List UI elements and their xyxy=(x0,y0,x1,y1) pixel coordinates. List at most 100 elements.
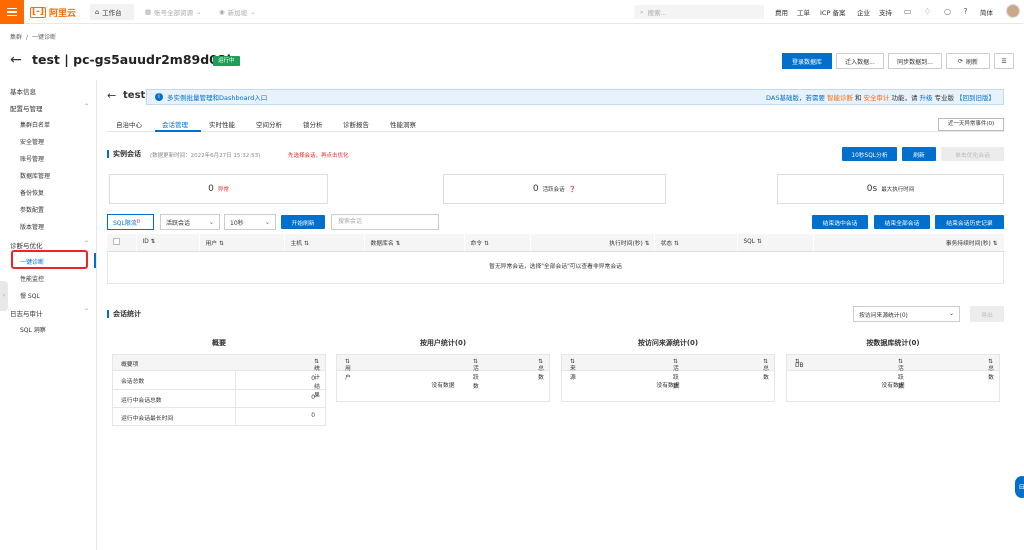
sync-data-button[interactable]: 同步数据到... xyxy=(888,53,942,69)
migrate-in-button[interactable]: 迁入数据... xyxy=(836,53,884,69)
sidebar-item-whitelist[interactable]: 集群白名单 xyxy=(20,120,50,129)
sidebar-item-version[interactable]: 版本管理 xyxy=(20,222,44,231)
grid-icon: ▦ xyxy=(145,8,152,16)
sidebar-item-basic-info[interactable]: 基本信息 xyxy=(10,86,36,96)
recent-events-button[interactable]: 近一天异常事件(0) xyxy=(938,118,1004,131)
terminal-icon[interactable]: ▭ xyxy=(902,6,913,17)
column-header-user[interactable]: 用户 ⇅ xyxy=(199,234,285,252)
sidebar-item-databases[interactable]: 数据库管理 xyxy=(20,171,50,180)
lightbulb-icon[interactable]: ○ xyxy=(942,6,953,17)
column-header-trx-duration[interactable]: 事务持续时间(秒) ⇅ xyxy=(813,234,1005,252)
optimize-session-button[interactable]: 单击优化会话 xyxy=(941,147,1004,161)
column-header-total[interactable]: 总数 ⇅ xyxy=(988,359,994,381)
column-header-total[interactable]: 总数 ⇅ xyxy=(763,359,769,381)
avatar[interactable] xyxy=(1006,4,1020,18)
back-arrow-icon[interactable]: ← xyxy=(10,52,22,68)
nav-link-tickets[interactable]: 工单 xyxy=(797,7,810,17)
column-header-status[interactable]: 状态 ⇅ xyxy=(654,234,738,252)
nav-link-enterprise[interactable]: 企业 xyxy=(857,7,870,17)
sidebar-item-slow-sql[interactable]: 慢 SQL xyxy=(20,291,40,300)
smart-diagnosis-link[interactable]: 智能诊断 xyxy=(827,92,853,102)
back-arrow-icon[interactable]: ← xyxy=(107,89,116,102)
chevron-up-icon[interactable]: ⌃ xyxy=(84,308,89,315)
column-header-command[interactable]: 命令 ⇅ xyxy=(464,234,531,252)
column-header-host[interactable]: 主机 ⇅ xyxy=(284,234,365,252)
select-all-checkbox[interactable] xyxy=(107,234,137,252)
chevron-down-icon: ⌄ xyxy=(250,8,256,16)
dashboard-link[interactable]: 多实例批量管理和Dashboard入口 xyxy=(167,92,267,102)
menu-icon[interactable] xyxy=(0,0,24,24)
resource-group-select[interactable]: ▦ 账号全部资源 ⌄ xyxy=(140,4,207,20)
workbench-button[interactable]: ⌂ 工作台 xyxy=(90,4,134,20)
column-header-sql[interactable]: SQL ⇅ xyxy=(737,234,814,252)
old-version-link[interactable]: 【回到旧版】 xyxy=(956,92,995,102)
start-refresh-button[interactable]: 开始刷新 xyxy=(281,215,325,229)
tab-session-management[interactable]: 会话管理 xyxy=(162,119,188,129)
global-search-input[interactable]: ⌕ 搜索... xyxy=(634,5,764,19)
nav-link-support[interactable]: 支持 xyxy=(879,7,892,17)
chevron-down-icon: ⌄ xyxy=(264,218,270,226)
security-audit-link[interactable]: 安全审计 xyxy=(864,92,890,102)
column-header-total[interactable]: 总数 ⇅ xyxy=(538,359,544,381)
sql-analysis-button[interactable]: 10秒SQL分析 xyxy=(842,147,897,161)
end-history-button[interactable]: 结束会话历史记录 xyxy=(935,215,1004,229)
column-header-item: 概要项 xyxy=(121,362,139,368)
search-icon: ⌕ xyxy=(640,7,644,16)
bell-icon[interactable]: ♢ xyxy=(922,6,933,17)
notice-text: DAS基础版，若需要 xyxy=(766,94,825,102)
column-header-user[interactable]: 用户 ⇅ xyxy=(345,359,351,381)
column-header-result[interactable]: 统计结果 ⇅ xyxy=(314,359,320,399)
login-database-button[interactable]: 登录数据库 xyxy=(782,53,832,69)
nav-link-billing[interactable]: 费用 xyxy=(775,7,788,17)
sql-throttle-button[interactable]: SQL限流 0 xyxy=(107,214,154,230)
sidebar-item-perf-monitor[interactable]: 性能监控 xyxy=(20,274,44,283)
sidebar-group-diagnosis[interactable]: 诊断与优化 xyxy=(10,240,43,250)
sidebar-item-sql-insight[interactable]: SQL 洞察 xyxy=(20,325,46,334)
column-header-source[interactable]: 来源 ⇅ xyxy=(570,359,576,381)
help-icon[interactable]: ? xyxy=(960,6,971,17)
upgrade-link[interactable]: 升级 xyxy=(920,92,933,102)
tab-lock-analysis[interactable]: 锁分析 xyxy=(303,119,323,129)
tab-realtime-perf[interactable]: 实时性能 xyxy=(209,119,235,129)
refresh-interval-select[interactable]: 10秒 ⌄ xyxy=(224,214,276,230)
by-source-table: 来源 ⇅ 活跃数 ⇅ 总数 ⇅ 没有数据 xyxy=(561,354,775,402)
chevron-up-icon[interactable]: ⌃ xyxy=(84,103,89,110)
refresh-button[interactable]: ⟳ 刷新 xyxy=(946,53,990,69)
refresh-sessions-button[interactable]: 刷新 xyxy=(902,147,936,161)
column-header-exec-time[interactable]: 执行时间(秒) ⇅ xyxy=(530,234,655,252)
tab-perf-insight[interactable]: 性能洞察 xyxy=(390,119,416,129)
end-all-button[interactable]: 结束全部会话 xyxy=(874,215,930,229)
region-select[interactable]: ◉ 新加坡 ⌄ xyxy=(214,4,261,20)
language-switch[interactable]: 简体 xyxy=(980,7,993,17)
floating-help-icon[interactable]: ⊟ xyxy=(1015,476,1024,498)
export-button[interactable]: 导出 xyxy=(970,306,1004,322)
section-title-session-stats: 会话统计 xyxy=(107,310,141,318)
sidebar-item-security[interactable]: 安全管理 xyxy=(20,137,44,146)
tab-autonomy[interactable]: 自治中心 xyxy=(116,119,142,129)
sidebar-group-config[interactable]: 配置与管理 xyxy=(10,103,43,113)
column-header-active[interactable]: 活跃数 ⇅ xyxy=(898,359,904,390)
column-header-active[interactable]: 活跃数 ⇅ xyxy=(673,359,679,390)
list-settings-icon[interactable]: ☰ xyxy=(994,53,1014,69)
column-header-db[interactable]: DB ⇅ xyxy=(795,359,803,369)
end-selected-button[interactable]: 结束选中会话 xyxy=(812,215,868,229)
sidebar-group-audit[interactable]: 日志与审计 xyxy=(10,308,43,318)
session-type-select[interactable]: 活跃会话 ⌄ xyxy=(160,214,220,230)
session-search-input[interactable]: 搜索会话 xyxy=(331,214,439,230)
sidebar-item-params[interactable]: 参数配置 xyxy=(20,205,44,214)
help-icon[interactable]: ❓ xyxy=(569,186,576,193)
chevron-up-icon[interactable]: ⌃ xyxy=(84,240,89,247)
sidebar-collapse-handle[interactable]: › xyxy=(0,281,8,311)
tab-space-analysis[interactable]: 空间分析 xyxy=(256,119,282,129)
column-header-active[interactable]: 活跃数 ⇅ xyxy=(473,359,479,390)
tab-diagnosis-report[interactable]: 诊断报告 xyxy=(343,119,369,129)
breadcrumb-cluster[interactable]: 集群 xyxy=(10,34,22,41)
logo[interactable]: [-] 阿里云 xyxy=(30,5,76,19)
sidebar: 基本信息 配置与管理 ⌃ 集群白名单 安全管理 账号管理 数据库管理 备份恢复 … xyxy=(0,80,97,550)
column-header-id[interactable]: ID ⇅ xyxy=(136,234,200,252)
nav-link-icp[interactable]: ICP 备案 xyxy=(820,7,845,17)
column-header-db[interactable]: 数据库名 ⇅ xyxy=(364,234,465,252)
sidebar-item-backup[interactable]: 备份恢复 xyxy=(20,188,44,197)
sidebar-item-accounts[interactable]: 账号管理 xyxy=(20,154,44,163)
stats-source-select[interactable]: 按访问来源统计(0) ⌄ xyxy=(853,306,960,322)
